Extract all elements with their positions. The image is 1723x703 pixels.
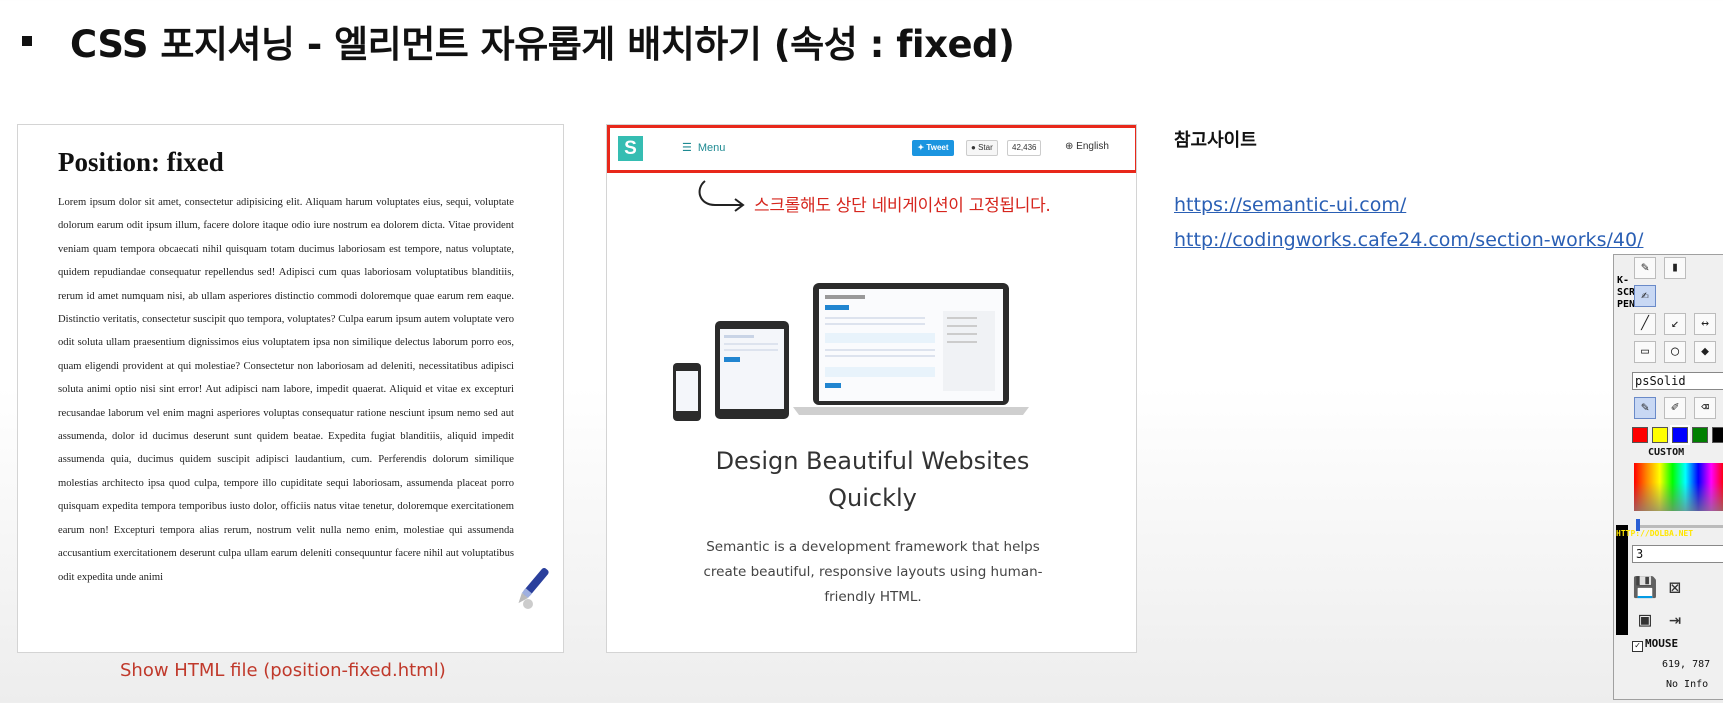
screen-pen-toolbar: K-SCREEN PEN HTTP://DOLBA.NET ✎ ▮ ✍ ╱ ↙ … (1613, 254, 1723, 700)
pen-mode-icon[interactable]: ✎ (1634, 397, 1656, 419)
color-swatch-black[interactable] (1712, 427, 1723, 443)
ellipse-tool-icon[interactable]: ◯ (1664, 341, 1686, 363)
star-count-badge: 42,436 (1007, 140, 1042, 156)
image-icon[interactable]: ▣ (1632, 607, 1658, 633)
devices-illustration (673, 283, 1029, 421)
menu-link[interactable]: ☰ Menu (682, 141, 725, 154)
hamburger-icon: ☰ (682, 142, 692, 154)
fill-tool-icon[interactable]: ◆ (1694, 341, 1716, 363)
doc-heading: Position: fixed (58, 147, 224, 177)
reference-sites-label: 참고사이트 (1174, 130, 1257, 151)
fixed-top-navigation: S ☰ Menu ✦ Tweet ● Star 42,436 ⊕ English (607, 125, 1136, 173)
line-tool-icon[interactable]: ╱ (1634, 313, 1656, 335)
doc-body-text: Lorem ipsum dolor sit amet, consectetur … (58, 197, 514, 583)
pen-style-select[interactable]: psSolid (1632, 372, 1723, 390)
title-bullet (22, 36, 32, 46)
cursor-coordinates: 619, 787 (1662, 659, 1711, 670)
show-html-caption: Show HTML file (position-fixed.html) (120, 660, 446, 681)
tweet-button[interactable]: ✦ Tweet (912, 140, 954, 156)
tweet-label: Tweet (926, 143, 949, 152)
arrow-tool-icon[interactable]: ↙ (1664, 313, 1686, 335)
doc-screenshot-panel: Position: fixed Lorem ipsum dolor sit am… (17, 124, 564, 653)
clear-save-icon[interactable]: ⊠ (1662, 575, 1688, 601)
custom-color-label: CUSTOM (1648, 447, 1685, 458)
site-screenshot-panel: S ☰ Menu ✦ Tweet ● Star 42,436 ⊕ English … (606, 124, 1137, 653)
pen-width-input[interactable]: 3 (1632, 545, 1723, 563)
language-label: English (1076, 141, 1109, 152)
mouse-checkbox-box: ✓ (1632, 641, 1643, 652)
color-swatch-yellow[interactable] (1652, 427, 1668, 443)
hero-title-line1: Design Beautiful Websites (715, 447, 1030, 475)
semantic-logo[interactable]: S (618, 136, 643, 161)
hero-subtitle: Semantic is a development framework that… (703, 539, 1043, 605)
save-icon[interactable]: 💾 (1632, 575, 1658, 601)
language-selector[interactable]: ⊕ English (1065, 141, 1109, 152)
slide-title: CSS 포지셔닝 - 엘리먼트 자유롭게 배치하기 (속성 : fixed) (20, 14, 1015, 68)
toolbar-vertical-title: K-SCREEN PEN (1617, 275, 1653, 310)
rectangle-tool-icon[interactable]: ▭ (1634, 341, 1656, 363)
exit-icon[interactable]: ⇥ (1662, 607, 1688, 633)
pen-width-slider[interactable] (1636, 525, 1723, 528)
mouse-checkbox[interactable]: ✓ MOUSE (1632, 637, 1678, 652)
info-status: No Info (1666, 679, 1709, 690)
pen-width-slider-thumb[interactable] (1636, 519, 1640, 531)
github-icon: ● (971, 143, 979, 152)
hero-title-line2: Quickly (828, 484, 917, 512)
double-arrow-tool-icon[interactable]: ↔ (1694, 313, 1716, 335)
toolbar-side-strip: K-SCREEN PEN HTTP://DOLBA.NET (1614, 255, 1693, 635)
globe-icon: ⊕ (1065, 141, 1077, 152)
codingworks-link[interactable]: http://codingworks.cafe24.com/section-wo… (1174, 229, 1643, 251)
curved-arrow-icon (698, 180, 745, 212)
star-label: Star (978, 143, 993, 152)
color-swatch-red[interactable] (1632, 427, 1648, 443)
marker-tool-icon[interactable]: ▮ (1664, 257, 1686, 279)
mouse-label: MOUSE (1645, 637, 1679, 650)
freehand-tool-icon[interactable]: ✍ (1634, 285, 1656, 307)
toolbar-vertical-url: HTTP://DOLBA.NET (1616, 525, 1693, 635)
slide-title-text: CSS 포지셔닝 - 엘리먼트 자유롭게 배치하기 (속성 : fixed) (70, 23, 1015, 66)
color-spectrum-picker[interactable] (1634, 463, 1723, 511)
highlighter-mode-icon[interactable]: ✐ (1664, 397, 1686, 419)
hero-title: Design Beautiful Websites Quickly (607, 443, 1136, 517)
menu-label: Menu (697, 142, 726, 154)
eraser-tool-icon[interactable]: ⌫ (1694, 397, 1716, 419)
color-swatch-blue[interactable] (1670, 425, 1690, 445)
pen-tool-icon[interactable]: ✎ (1634, 257, 1656, 279)
color-swatch-green[interactable] (1692, 427, 1708, 443)
github-star-button[interactable]: ● Star (966, 140, 998, 156)
pen-cursor-icon (518, 568, 549, 609)
semantic-ui-link[interactable]: https://semantic-ui.com/ (1174, 194, 1406, 216)
annotation-text: 스크롤해도 상단 네비게이션이 고정됩니다. (754, 196, 1051, 216)
